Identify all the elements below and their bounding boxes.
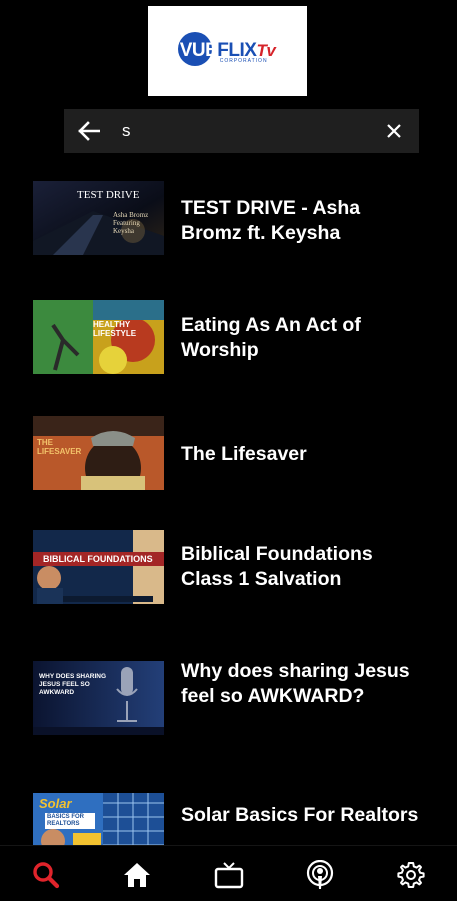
result-thumbnail: Solar BASICS FOR REALTORS xyxy=(33,793,164,845)
result-title: TEST DRIVE - Asha Bromz ft. Keysha xyxy=(181,197,361,244)
nav-podcast-button[interactable] xyxy=(305,860,335,890)
result-item[interactable]: BIBLICAL FOUNDATIONS Biblical Foundation… xyxy=(0,522,457,640)
search-input[interactable] xyxy=(114,121,369,141)
gear-icon xyxy=(397,862,425,888)
nav-search-button[interactable] xyxy=(31,860,61,890)
logo-mark: VUEFLIXTv CORPORATION xyxy=(177,32,276,66)
result-title: The Lifesaver xyxy=(181,443,307,465)
nav-settings-button[interactable] xyxy=(396,860,426,890)
thumb-title: Solar xyxy=(39,796,72,811)
search-results-list: TEST DRIVE Asha Bromz Featuring Keysha T… xyxy=(0,168,457,845)
result-thumbnail: TEST DRIVE Asha Bromz Featuring Keysha xyxy=(33,181,164,255)
nav-home-button[interactable] xyxy=(122,860,152,890)
bottom-navigation xyxy=(0,845,457,901)
thumb-title: WHY DOES SHARING JESUS FEEL SO AWKWARD xyxy=(39,673,107,696)
thumb-subtitle: BASICS FOR REALTORS xyxy=(45,813,95,829)
app-logo: VUEFLIXTv CORPORATION xyxy=(148,6,307,96)
result-item[interactable]: THE LIFESAVER The Lifesaver xyxy=(0,404,457,519)
home-icon xyxy=(124,863,150,887)
nav-tv-button[interactable] xyxy=(214,860,244,890)
result-thumbnail: THE LIFESAVER xyxy=(33,416,164,490)
search-icon xyxy=(33,862,60,889)
result-item[interactable]: TEST DRIVE Asha Bromz Featuring Keysha T… xyxy=(0,168,457,283)
result-title: Eating As An Act of Worship xyxy=(181,314,361,361)
podcast-icon xyxy=(306,860,334,889)
result-thumbnail: HEALTHY LIFESTYLE xyxy=(33,300,164,374)
search-bar xyxy=(64,109,419,153)
result-item[interactable]: WHY DOES SHARING JESUS FEEL SO AWKWARD W… xyxy=(0,643,457,763)
result-title: Biblical Foundations Class 1 Salvation xyxy=(181,543,373,590)
result-item[interactable]: Solar BASICS FOR REALTORS Solar Basics F… xyxy=(0,766,457,845)
result-title: Why does sharing Jesus feel so AWKWARD? xyxy=(181,660,410,707)
thumb-title: HEALTHY LIFESTYLE xyxy=(93,320,137,338)
thumb-subtitle: Asha Bromz Featuring Keysha xyxy=(113,211,149,235)
back-button[interactable] xyxy=(64,109,114,153)
result-thumbnail: BIBLICAL FOUNDATIONS xyxy=(33,530,164,604)
thumb-title: TEST DRIVE xyxy=(77,189,140,201)
logo-part-vue: VUE xyxy=(179,40,218,61)
logo-subtext: CORPORATION xyxy=(219,58,268,64)
result-title: Solar Basics For Realtors xyxy=(181,804,419,826)
arrow-left-icon xyxy=(78,121,100,141)
close-icon xyxy=(387,124,401,138)
thumb-title: THE LIFESAVER xyxy=(37,438,82,456)
thumb-title: BIBLICAL FOUNDATIONS xyxy=(43,554,153,564)
tv-icon xyxy=(214,862,244,889)
clear-search-button[interactable] xyxy=(369,109,419,153)
result-item[interactable]: HEALTHY LIFESTYLE Eating As An Act of Wo… xyxy=(0,286,457,401)
result-thumbnail: WHY DOES SHARING JESUS FEEL SO AWKWARD xyxy=(33,661,164,735)
